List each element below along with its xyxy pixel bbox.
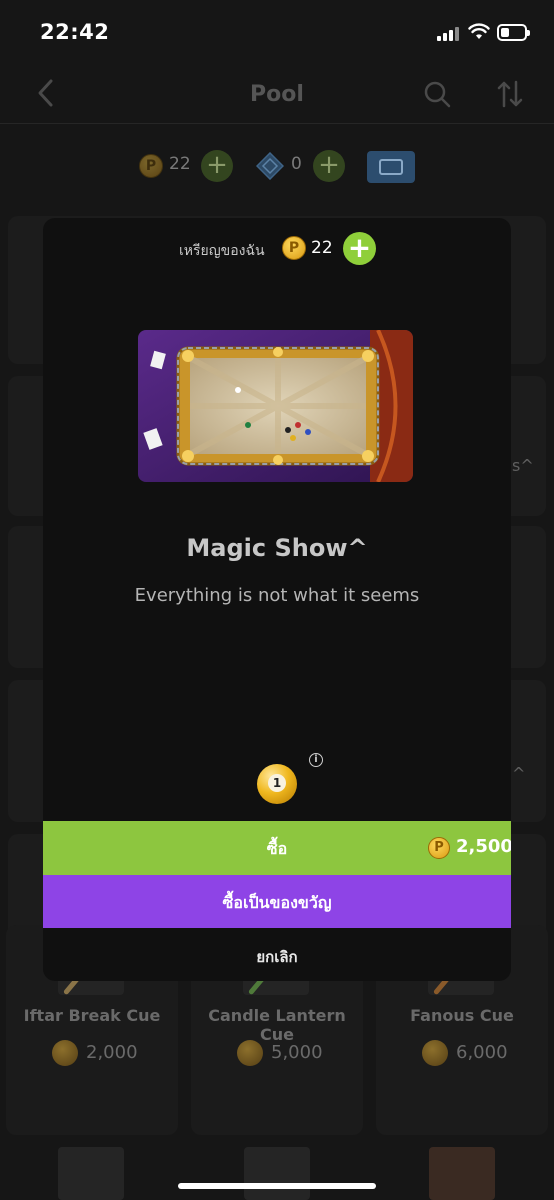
- item-thumbnail[interactable]: [429, 1147, 495, 1200]
- coin-icon: [422, 1040, 448, 1066]
- cash-balance: 0: [291, 154, 302, 174]
- wallet-icon: [379, 159, 403, 175]
- table-preview-image: [138, 330, 413, 482]
- status-time: 22:42: [40, 20, 110, 44]
- cue-name: Iftar Break Cue: [23, 1006, 161, 1025]
- search-icon[interactable]: [423, 80, 451, 108]
- buy-as-gift-label: ซื้อเป็นของขวัญ: [222, 893, 332, 912]
- coin-icon: P: [282, 236, 306, 260]
- status-bar: 22:42: [0, 0, 554, 64]
- page-title: Pool: [250, 82, 304, 107]
- purchase-modal: เหรียญของฉัน P 22 + Magic Show^ Everythi…: [43, 218, 511, 981]
- coin-balance: 22: [169, 154, 191, 174]
- background-item-label: ^: [512, 764, 526, 783]
- buy-price: 2,500: [456, 836, 511, 857]
- my-coins-value: 22: [311, 238, 333, 258]
- home-indicator[interactable]: [178, 1183, 376, 1189]
- currency-row: P 22 + 0 +: [0, 148, 554, 184]
- add-coins-button[interactable]: +: [201, 150, 233, 182]
- coin-icon: P: [139, 154, 163, 178]
- coin-icon: [52, 1040, 78, 1066]
- nav-bar: Pool: [0, 64, 554, 124]
- background-item-label: s^: [512, 456, 534, 475]
- my-coins-label: เหรียญของฉัน: [179, 243, 265, 259]
- cash-icon: [256, 152, 284, 180]
- coin-icon: [237, 1040, 263, 1066]
- wifi-icon: [468, 23, 490, 39]
- cellular-signal-icon: [437, 26, 463, 41]
- wallet-button[interactable]: [367, 151, 415, 183]
- coin-icon: P: [428, 837, 450, 859]
- add-cash-button[interactable]: +: [313, 150, 345, 182]
- item-title: Magic Show^: [186, 534, 368, 562]
- cue-name: Fanous Cue: [410, 1006, 514, 1025]
- buy-button[interactable]: ซื้อ P 2,500: [43, 821, 511, 875]
- cue-price: 5,000: [271, 1042, 323, 1063]
- cancel-button-label: ยกเลิก: [256, 948, 298, 966]
- cue-price: 2,000: [86, 1042, 138, 1063]
- cancel-button[interactable]: ยกเลิก: [43, 928, 511, 981]
- item-thumbnail[interactable]: [244, 1147, 310, 1200]
- item-thumbnail[interactable]: [58, 1147, 124, 1200]
- buy-as-gift-button[interactable]: ซื้อเป็นของขวัญ: [43, 875, 511, 928]
- ball-number: 1: [268, 774, 286, 792]
- battery-icon: [497, 24, 530, 41]
- info-icon[interactable]: i: [309, 753, 323, 767]
- cue-name: Candle Lantern Cue: [208, 1006, 346, 1044]
- cue-price: 6,000: [456, 1042, 508, 1063]
- sort-icon[interactable]: [497, 80, 523, 108]
- add-coins-button[interactable]: +: [343, 232, 376, 265]
- pool-ball-icon: 1: [257, 764, 297, 804]
- item-description: Everything is not what it seems: [134, 585, 420, 606]
